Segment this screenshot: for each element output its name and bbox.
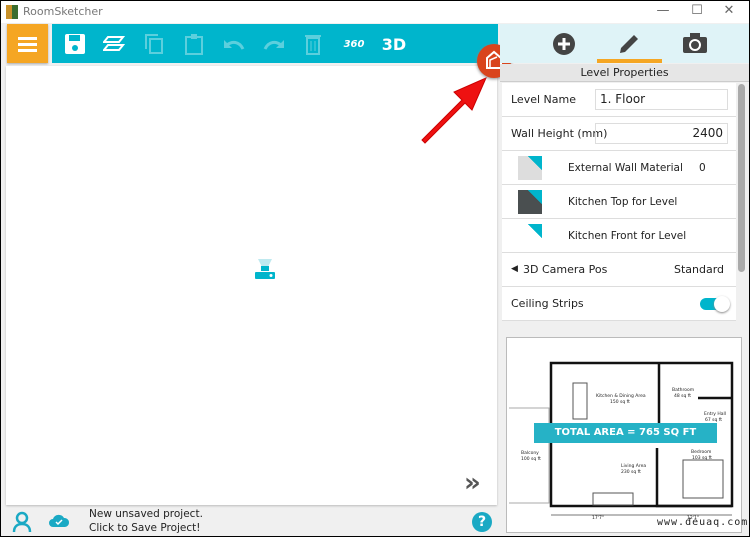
collapse-arrow-icon[interactable]: ◀ <box>511 264 518 274</box>
help-icon[interactable]: ? <box>472 512 492 532</box>
status-line-1: New unsaved project. <box>89 508 203 520</box>
tab-edit-pencil-icon[interactable] <box>617 32 641 56</box>
tab-add[interactable] <box>553 33 575 55</box>
tab-camera-icon[interactable] <box>682 32 708 54</box>
copy-icon[interactable] <box>142 32 166 56</box>
material-label: Kitchen Front for Level <box>568 230 687 242</box>
camera-pos-row[interactable]: ◀ 3D Camera Pos Standard <box>502 253 736 287</box>
view-3d-button[interactable]: 3D <box>380 32 408 56</box>
room-label: Balcony <box>521 451 539 456</box>
view-3d-label: 3D <box>381 34 407 54</box>
menu-button[interactable] <box>7 24 48 63</box>
cloud-sync-icon[interactable] <box>48 514 70 528</box>
panel-scrollbar[interactable] <box>738 84 745 272</box>
undo-icon[interactable] <box>222 32 246 56</box>
camera-marker-icon[interactable] <box>252 258 278 288</box>
ceiling-strips-label: Ceiling Strips <box>511 297 584 310</box>
level-name-input[interactable]: 1. Floor <box>595 89 728 110</box>
room-label: Living Area <box>621 464 647 469</box>
paste-icon[interactable] <box>182 32 206 56</box>
panel-tabs <box>500 24 749 63</box>
camera-pos-label: 3D Camera Pos <box>523 263 608 276</box>
total-area-banner: TOTAL AREA = 765 SQ FT <box>534 423 717 443</box>
ceiling-strips-toggle[interactable] <box>700 296 730 312</box>
room-label: Kitchen & Dining Area <box>596 394 646 399</box>
status-bar: New unsaved project. Click to Save Proje… <box>1 506 749 536</box>
wall-height-input[interactable]: 2400 <box>595 123 728 144</box>
annotation-arrow-icon <box>421 77 487 144</box>
level-name-label: Level Name <box>511 93 576 106</box>
view-360-label: 360 <box>343 38 365 50</box>
room-area: 48 sq ft <box>674 394 692 399</box>
wall-height-label: Wall Height (mm) <box>511 127 608 140</box>
expand-panel-icon[interactable]: » <box>464 470 481 496</box>
room-area: 103 sq ft <box>692 456 712 461</box>
layers-icon[interactable] <box>102 32 126 56</box>
camera-pos-value: Standard <box>674 263 725 276</box>
external-wall-swatch[interactable] <box>518 156 542 180</box>
minimize-button[interactable]: — <box>648 3 678 21</box>
kitchen-front-swatch[interactable] <box>518 224 542 248</box>
room-area: 100 sq ft <box>521 457 541 462</box>
room-label: Entry Hall <box>704 412 727 417</box>
kitchen-top-swatch[interactable] <box>518 190 542 214</box>
material-value: 0 <box>699 162 706 174</box>
save-project-link[interactable]: Click to Save Project! <box>89 522 200 534</box>
view-360-button[interactable]: 360 <box>340 32 368 56</box>
close-button[interactable]: ✕ <box>714 3 744 21</box>
app-logo-icon <box>6 5 18 19</box>
save-icon[interactable] <box>63 32 87 56</box>
delete-icon[interactable] <box>301 32 325 56</box>
material-row[interactable]: Kitchen Top for Level <box>502 185 736 219</box>
window-title: RoomSketcher <box>23 5 103 18</box>
material-row[interactable]: Kitchen Front for Level <box>502 219 736 253</box>
maximize-button[interactable]: ☐ <box>682 3 712 21</box>
room-area: 230 sq ft <box>621 470 641 475</box>
user-icon[interactable] <box>12 511 32 533</box>
active-tab-indicator <box>597 59 662 63</box>
room-area: 150 sq ft <box>610 400 630 405</box>
title-bar: RoomSketcher — ☐ ✕ <box>1 1 749 23</box>
redo-icon[interactable] <box>262 32 286 56</box>
room-label: Bathroom <box>672 388 695 393</box>
material-label: Kitchen Top for Level <box>568 196 678 208</box>
toolbar: 360 3D <box>52 24 498 63</box>
material-row[interactable]: External Wall Material 0 <box>502 151 736 185</box>
floorplan-preview: Kitchen & Dining Area 150 sq ft Bathroom… <box>506 337 747 533</box>
panel-header: Level Properties <box>500 64 749 82</box>
material-label: External Wall Material <box>568 162 683 174</box>
room-label: Bedroom <box>691 450 712 455</box>
level-properties-panel: Level Name 1. Floor Wall Height (mm) 240… <box>502 83 736 321</box>
